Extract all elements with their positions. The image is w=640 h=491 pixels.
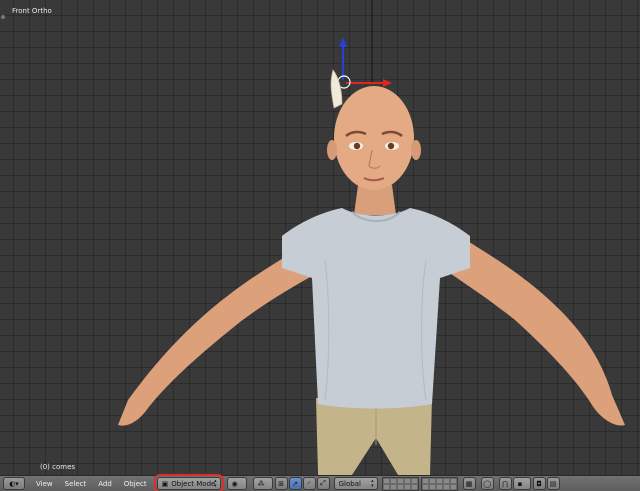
menu-add[interactable]: Add	[92, 477, 118, 491]
menu-view[interactable]: View	[30, 477, 59, 491]
cube-icon: ▣	[161, 479, 169, 488]
layer-group-2[interactable]	[420, 476, 458, 491]
rotate-icon: ◜	[307, 479, 311, 488]
film-icon: ▤	[549, 479, 557, 488]
horn-object	[330, 69, 343, 109]
translate-arrow-icon: ↗	[292, 479, 299, 488]
updown-arrows-icon: ▴ ▾	[371, 478, 374, 489]
pivot-icon: ⁂	[257, 479, 265, 488]
render-animation-button[interactable]: ▤	[546, 477, 560, 490]
menu-select[interactable]: Select	[59, 477, 93, 491]
camera-icon: ◘	[536, 479, 542, 488]
snap-element-selector[interactable]: ▪	[512, 477, 531, 490]
updown-arrows-icon: ▴ ▾	[214, 478, 217, 489]
mode-selector[interactable]: ▣ Object Mode ▴ ▾	[153, 474, 224, 491]
shading-sphere-icon: ◉	[231, 479, 238, 488]
proportional-edit-button[interactable]: ◯	[480, 477, 494, 490]
magnet-icon: ⋂	[502, 479, 508, 488]
scene-render	[118, 0, 625, 475]
editor-type-button[interactable]: ◐▾	[3, 477, 25, 490]
layer-group-1[interactable]	[381, 476, 419, 491]
manipulator-toggle[interactable]: ⊞	[274, 477, 288, 490]
rotate-button[interactable]: ◜	[302, 477, 316, 490]
orientation-selector[interactable]: Global ▴ ▾	[333, 477, 378, 490]
t-shirt	[282, 208, 470, 409]
viewport-shading-selector[interactable]: ◉	[226, 477, 247, 490]
scale-icon: ⤢	[320, 479, 326, 487]
3d-viewport[interactable]: Front Ortho (0) comes	[0, 0, 640, 475]
object-info: (0) comes	[40, 463, 76, 471]
lock-icon: ▦	[465, 479, 473, 488]
viewport-header: ◐▾ View Select Add Object ▣ Object Mode …	[0, 474, 640, 491]
head	[334, 86, 414, 190]
manipulator-icon: ⊞	[278, 479, 285, 488]
circle-icon: ◯	[483, 479, 492, 488]
pants	[316, 398, 432, 475]
view3d-icon: ◐▾	[9, 479, 19, 488]
snap-element-icon: ▪	[517, 479, 523, 488]
scale-button[interactable]: ⤢	[316, 477, 330, 490]
lock-layers-button[interactable]: ▦	[462, 477, 476, 490]
mode-selector-value: Object Mode	[171, 479, 216, 488]
orientation-selector-value: Global	[338, 479, 361, 488]
translate-button[interactable]: ↗	[288, 477, 302, 490]
z-axis-arrow-icon	[339, 37, 347, 47]
x-axis-arrow-icon	[383, 79, 392, 87]
pivot-point-selector[interactable]: ⁂	[252, 477, 273, 490]
snap-button[interactable]: ⋂	[498, 477, 512, 490]
render-button[interactable]: ◘	[532, 477, 546, 490]
menu-object[interactable]: Object	[118, 477, 153, 491]
layer-buttons[interactable]	[381, 476, 460, 491]
